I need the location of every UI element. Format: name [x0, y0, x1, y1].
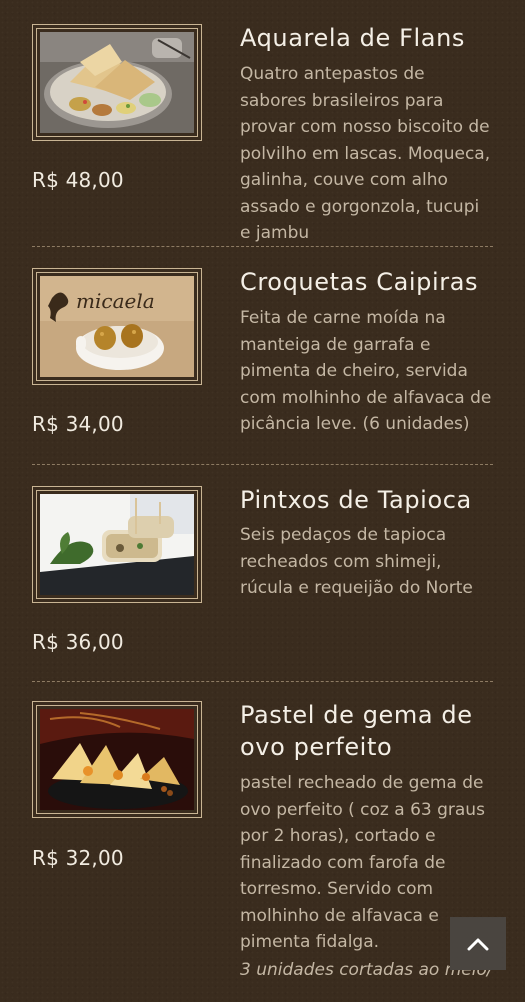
dish-description: Feita de carne moída na manteiga de garr… — [240, 308, 492, 434]
dish-name: Pintxos de Tapioca — [240, 486, 472, 514]
menu-item: R$ 48,00 Aquarela de Flans Quatro antepa… — [32, 0, 493, 247]
dish-description: Quatro antepastos de sabores brasileiros… — [240, 64, 491, 243]
pastel-photo — [40, 709, 194, 810]
dish-description: Seis pedaços de tapioca recheados com sh… — [240, 525, 473, 598]
photo-text: micaela — [76, 289, 155, 313]
menu-item: R$ 32,00 Pastel de gema de ovo perfeito … — [32, 682, 493, 1002]
dish-photo: micaela — [32, 268, 202, 385]
dish-price: R$ 48,00 — [32, 168, 124, 192]
dish-photo — [32, 701, 202, 818]
pintxos-photo — [40, 494, 194, 595]
menu-list: R$ 48,00 Aquarela de Flans Quatro antepa… — [32, 0, 493, 1002]
dish-photo — [32, 24, 202, 141]
dish-photo — [32, 486, 202, 603]
dish-name: Pastel de gema de ovo perfeito — [240, 701, 473, 761]
croquetas-photo: micaela — [40, 276, 194, 377]
menu-item: R$ 36,00 Pintxos de Tapioca Seis pedaços… — [32, 465, 493, 682]
chevron-up-icon — [467, 938, 489, 950]
dish-price: R$ 32,00 — [32, 846, 124, 870]
dish-price: R$ 36,00 — [32, 630, 124, 654]
back-to-top-button[interactable] — [450, 917, 506, 970]
dish-name: Aquarela de Flans — [240, 24, 465, 52]
menu-item: micaela R$ 34,00 Croquetas Caipiras Feit… — [32, 247, 493, 465]
flans-photo — [40, 32, 194, 133]
dish-price: R$ 34,00 — [32, 412, 124, 436]
dish-name: Croquetas Caipiras — [240, 268, 479, 296]
